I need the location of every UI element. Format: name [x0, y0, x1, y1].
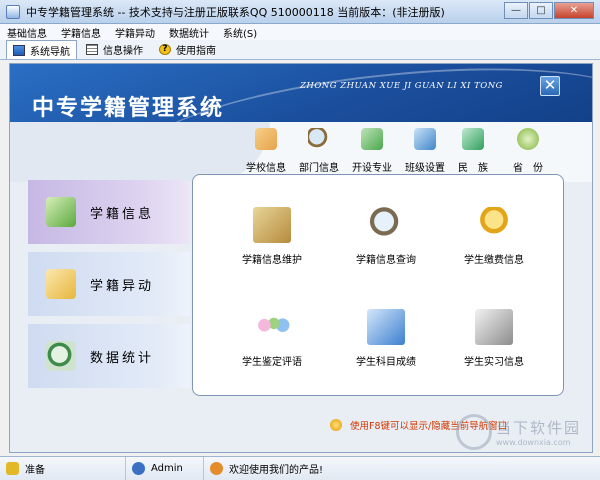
item-label: 学籍信息查询 — [356, 255, 416, 266]
item-internship-info[interactable]: 学生实习信息 — [439, 309, 549, 368]
user-coins-icon — [475, 207, 513, 243]
left-item-student-records[interactable]: 学籍信息 — [28, 180, 190, 244]
ready-icon — [6, 462, 19, 475]
tab-user-guide[interactable]: ? 使用指南 — [152, 40, 223, 59]
minimize-button[interactable]: — — [504, 2, 528, 19]
watermark: 当下软件园 www.downxia.com — [456, 414, 581, 450]
nav-label: 班级设置 — [405, 163, 445, 174]
folder-docs-icon — [367, 309, 405, 345]
binders-icon — [46, 197, 76, 227]
users-icon — [210, 462, 223, 475]
watermark-name: 当下软件园 — [496, 419, 582, 437]
left-item-statistics[interactable]: 数据统计 — [28, 324, 190, 388]
maximize-button[interactable]: □ — [529, 2, 553, 19]
item-label: 学生缴费信息 — [464, 255, 524, 266]
flag-icon — [462, 128, 484, 150]
left-item-label: 学籍信息 — [90, 206, 155, 222]
grid-icon — [86, 44, 98, 55]
banner-close-button[interactable]: ✕ — [540, 76, 560, 96]
status-welcome: 欢迎使用我们的产品! — [204, 457, 600, 480]
item-label: 学生鉴定评语 — [242, 357, 302, 368]
tab-label: 系统导航 — [30, 46, 70, 58]
menu-record-changes[interactable]: 学籍异动 — [108, 25, 162, 40]
tab-bar: 系统导航 信息操作 ? 使用指南 — [0, 40, 600, 60]
menu-statistics[interactable]: 数据统计 — [162, 25, 216, 40]
menu-basic-info[interactable]: 基础信息 — [0, 25, 54, 40]
search-data-icon — [46, 341, 76, 371]
nav-label: 民 族 — [458, 163, 488, 174]
tab-label: 使用指南 — [176, 46, 216, 57]
magnifier-icon — [308, 128, 330, 150]
title-bar: 中专学籍管理系统 -- 技术支持与注册正版联系QQ 510000118 当前版本… — [0, 0, 600, 24]
nav-school-info[interactable]: 学校信息 — [246, 128, 286, 174]
left-menu: 学籍信息 学籍异动 数据统计 — [28, 180, 190, 392]
item-student-evaluation[interactable]: 学生鉴定评语 — [217, 309, 327, 368]
watermark-logo-icon — [456, 414, 492, 450]
app-icon — [6, 4, 20, 19]
item-label: 学籍信息维护 — [242, 255, 302, 266]
item-tuition-info[interactable]: 学生缴费信息 — [439, 207, 549, 266]
item-record-maintenance[interactable]: 学籍信息维护 — [217, 207, 327, 266]
window-controls: — □ ✕ — [503, 2, 594, 19]
folder-arrow-icon — [46, 269, 76, 299]
top-nav-curve — [10, 122, 270, 182]
nav-label: 学校信息 — [246, 163, 286, 174]
notebook-icon — [253, 207, 291, 243]
app-title: 中专学籍管理系统 — [32, 95, 225, 121]
status-ready: 准备 — [0, 456, 126, 480]
school-icon — [255, 128, 277, 150]
status-text: 准备 — [25, 465, 45, 476]
status-text: 欢迎使用我们的产品! — [229, 465, 324, 476]
status-user: Admin — [126, 456, 204, 480]
left-item-label: 数据统计 — [90, 350, 155, 366]
nav-label: 开设专业 — [352, 163, 392, 174]
nav-majors[interactable]: 开设专业 — [352, 128, 392, 174]
tab-info-ops[interactable]: 信息操作 — [79, 40, 150, 59]
close-button[interactable]: ✕ — [554, 2, 594, 19]
nav-ethnicity[interactable]: 民 族 — [458, 128, 488, 174]
open-book-icon — [414, 128, 436, 150]
watermark-url: www.downxia.com — [496, 438, 571, 447]
user-icon — [132, 462, 145, 475]
menu-system[interactable]: 系统(S) — [216, 25, 264, 40]
bulb-icon — [330, 419, 342, 431]
tab-label: 信息操作 — [103, 46, 143, 57]
item-subject-scores[interactable]: 学生科目成绩 — [331, 309, 441, 368]
magnifier-icon — [367, 207, 405, 243]
tools-icon — [475, 309, 513, 345]
help-icon: ? — [159, 44, 171, 55]
book-icon — [361, 128, 383, 150]
status-text: Admin — [151, 463, 183, 474]
status-bar: 准备 Admin 欢迎使用我们的产品! — [0, 456, 600, 480]
item-label: 学生科目成绩 — [356, 357, 416, 368]
left-item-label: 学籍异动 — [90, 278, 155, 294]
item-label: 学生实习信息 — [464, 357, 524, 368]
left-item-record-changes[interactable]: 学籍异动 — [28, 252, 190, 316]
globe-icon — [517, 128, 539, 150]
tab-system-nav[interactable]: 系统导航 — [6, 40, 77, 59]
people-icon — [253, 309, 291, 345]
menu-student-records[interactable]: 学籍信息 — [54, 25, 108, 40]
nav-label: 省 份 — [513, 163, 543, 174]
monitor-icon — [13, 44, 25, 56]
main-frame: 中专学籍管理系统 ZHONG ZHUAN XUE JI GUAN LI XI T… — [9, 63, 593, 453]
nav-label: 部门信息 — [299, 163, 339, 174]
menu-bar: 基础信息 学籍信息 学籍异动 数据统计 系统(S) — [0, 24, 600, 40]
item-record-query[interactable]: 学籍信息查询 — [331, 207, 441, 266]
nav-class-settings[interactable]: 班级设置 — [405, 128, 445, 174]
app-title-pinyin: ZHONG ZHUAN XUE JI GUAN LI XI TONG — [300, 81, 503, 91]
nav-department-info[interactable]: 部门信息 — [299, 128, 339, 174]
window-title: 中专学籍管理系统 -- 技术支持与注册正版联系QQ 510000118 当前版本… — [26, 5, 445, 19]
function-panel: 学籍信息维护 学籍信息查询 学生缴费信息 学生鉴定评语 学生科目成绩 学生实习信… — [192, 174, 564, 396]
nav-province[interactable]: 省 份 — [513, 128, 543, 174]
